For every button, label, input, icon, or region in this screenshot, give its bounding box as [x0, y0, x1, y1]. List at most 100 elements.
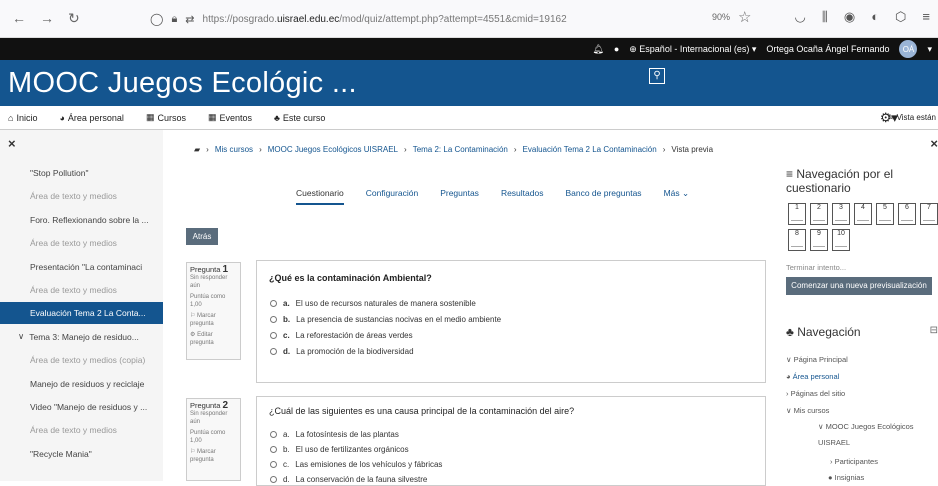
- list-item[interactable]: Área de texto y medios: [0, 185, 163, 207]
- nav-item[interactable]: › Páginas del sitio: [786, 389, 845, 398]
- question-nav-button[interactable]: 9: [810, 229, 828, 251]
- list-item[interactable]: Presentación "La contaminaci: [0, 256, 163, 278]
- tab-banco-preguntas[interactable]: Banco de preguntas: [565, 188, 641, 205]
- extensions-puzzle-icon[interactable]: ⬡: [895, 9, 906, 25]
- radio-button[interactable]: [270, 348, 277, 355]
- calendar-icon: ▦: [207, 112, 217, 122]
- breadcrumb-item[interactable]: Tema 2: La Contaminación: [413, 145, 508, 154]
- list-item[interactable]: Área de texto y medios: [0, 419, 163, 441]
- address-bar[interactable]: ◯ 🔒︎ ⇄ https://posgrado.uisrael.edu.ec/m…: [150, 7, 750, 31]
- app-menu-icon[interactable]: ≡: [922, 9, 930, 25]
- reload-icon[interactable]: ↻: [68, 10, 80, 27]
- menu-item-cursos[interactable]: ▦ Cursos: [146, 112, 186, 123]
- user-name[interactable]: Ortega Ocaña Ángel Fernando: [766, 44, 889, 54]
- breadcrumb-item[interactable]: Evaluación Tema 2 La Contaminación: [523, 145, 657, 154]
- avatar[interactable]: OÁ: [899, 40, 918, 58]
- answer-option[interactable]: a. El uso de recursos naturales de manera…: [270, 299, 476, 308]
- question-nav-button[interactable]: 2: [810, 203, 828, 225]
- list-item[interactable]: Área de texto y medios: [0, 279, 163, 301]
- list-item-active[interactable]: Evaluación Tema 2 La Conta...: [0, 302, 163, 325]
- breadcrumb-item[interactable]: Mis cursos: [215, 145, 253, 154]
- question-nav-button[interactable]: 3: [832, 203, 850, 225]
- list-item[interactable]: Video "Manejo de residuos y ...: [0, 396, 163, 418]
- question-nav-button[interactable]: 7: [920, 203, 938, 225]
- answer-option[interactable]: d. La promoción de la biodiversidad: [270, 347, 414, 356]
- list-item[interactable]: "Recycle Mania": [0, 443, 163, 465]
- search-icon[interactable]: ⚲: [649, 68, 665, 84]
- new-preview-button[interactable]: Comenzar una nueva previsualización: [786, 277, 932, 295]
- folder-icon: ▰: [194, 145, 201, 154]
- list-item[interactable]: Área de texto y medios (copia): [0, 349, 163, 371]
- close-icon[interactable]: ×: [8, 136, 16, 151]
- question-nav-button[interactable]: 8: [788, 229, 806, 251]
- question-nav-button[interactable]: 1: [788, 203, 806, 225]
- nav-item[interactable]: ∨ Página Principal: [786, 355, 848, 364]
- back-arrow-icon[interactable]: ←: [12, 10, 26, 27]
- nav-item[interactable]: ∨ Mis cursos: [786, 406, 829, 415]
- browser-nav: ← → ↻: [0, 10, 80, 27]
- bookmark-star-icon[interactable]: ☆: [738, 8, 751, 26]
- menu-item-area-personal[interactable]: ◕ Área personal: [59, 113, 123, 123]
- radio-button[interactable]: [270, 476, 277, 483]
- radio-button[interactable]: [270, 461, 277, 468]
- tab-cuestionario[interactable]: Cuestionario: [296, 188, 344, 205]
- library-icon[interactable]: ⫼: [822, 9, 828, 25]
- nav-item[interactable]: ◕ Área personal: [786, 372, 839, 381]
- nav-item[interactable]: › Participantes: [830, 457, 878, 466]
- nav-item-continued[interactable]: UISRAEL: [818, 438, 850, 447]
- browser-toolbar: ← → ↻ ◯ 🔒︎ ⇄ https://posgrado.uisrael.ed…: [0, 0, 938, 38]
- account-icon[interactable]: ◐: [871, 9, 879, 25]
- quiz-tabs: Cuestionario Configuración Preguntas Res…: [296, 188, 689, 205]
- tab-resultados[interactable]: Resultados: [501, 188, 544, 205]
- radio-button[interactable]: [270, 446, 277, 453]
- close-icon[interactable]: ×: [930, 136, 938, 151]
- pocket-icon[interactable]: ◡: [795, 9, 806, 25]
- tab-mas[interactable]: Más ⌄: [664, 188, 690, 205]
- answer-option[interactable]: d. La conservación de la fauna silvestre: [270, 475, 427, 484]
- flag-question[interactable]: ⚐ Marcar pregunta: [190, 312, 237, 328]
- user-menu-chevron-icon[interactable]: ▾: [927, 44, 932, 55]
- url-text[interactable]: https://posgrado.uisrael.edu.ec/mod/quiz…: [203, 14, 567, 25]
- list-item[interactable]: Foro. Reflexionando sobre la ...: [0, 209, 163, 231]
- answer-option[interactable]: b. La presencia de sustancias nocivas en …: [270, 315, 501, 324]
- list-item[interactable]: Manejo de residuos y reciclaje: [0, 373, 163, 395]
- question-nav-button[interactable]: 4: [854, 203, 872, 225]
- answer-option[interactable]: c. Las emisiones de los vehículos y fábri…: [270, 460, 442, 469]
- question-1-box: ¿Qué es la contaminación Ambiental? a. El…: [256, 260, 766, 383]
- tab-configuracion[interactable]: Configuración: [366, 188, 418, 205]
- forward-arrow-icon[interactable]: →: [40, 10, 54, 27]
- menu-item-este-curso[interactable]: ♣ Este curso: [274, 113, 325, 123]
- question-nav-button[interactable]: 6: [898, 203, 916, 225]
- answer-option[interactable]: b. El uso de fertilizantes orgánicos: [270, 445, 409, 454]
- notifications-bell-icon[interactable]: 🔔︎: [592, 44, 603, 55]
- radio-button[interactable]: [270, 431, 277, 438]
- finish-attempt-link[interactable]: Terminar intento...: [786, 263, 846, 272]
- answer-option[interactable]: c. La reforestación de áreas verdes: [270, 331, 413, 340]
- radio-button[interactable]: [270, 300, 277, 307]
- zoom-level[interactable]: 90%: [712, 12, 730, 22]
- list-item[interactable]: Área de texto y medios: [0, 232, 163, 254]
- extension-icon[interactable]: ◉: [844, 9, 855, 25]
- answer-option[interactable]: a. La fotosíntesis de las plantas: [270, 430, 399, 439]
- radio-button[interactable]: [270, 316, 277, 323]
- section-item[interactable]: ∨ Tema 3: Manejo de residuo...: [0, 326, 163, 348]
- nav-item[interactable]: ∨ MOOC Juegos Ecológicos: [818, 422, 914, 431]
- question-nav-button[interactable]: 10: [832, 229, 850, 251]
- messages-icon[interactable]: ●: [614, 44, 619, 54]
- menu-item-eventos[interactable]: ▦ Eventos: [208, 112, 252, 123]
- question-2-box: ¿Cuál de las siguientes es una causa pri…: [256, 396, 766, 486]
- breadcrumb-item[interactable]: MOOC Juegos Ecológicos UISRAEL: [268, 145, 398, 154]
- language-selector[interactable]: ⊕ Español - Internacional (es) ▾: [629, 44, 756, 55]
- question-nav-button[interactable]: 5: [876, 203, 894, 225]
- list-item[interactable]: "Stop Pollution": [0, 162, 163, 184]
- flag-question[interactable]: ⚐ Marcar pregunta: [190, 448, 237, 464]
- quiz-navigation-title: ≡ Navegación por el cuestionario: [786, 167, 894, 195]
- back-button[interactable]: Atrás: [186, 228, 218, 245]
- course-banner: MOOC Juegos Ecológic ... ⚲: [0, 60, 938, 106]
- edit-question[interactable]: ⚙ Editar pregunta: [190, 331, 237, 347]
- view-mode-toggle[interactable]: ✎ Vista están: [888, 113, 936, 122]
- radio-button[interactable]: [270, 332, 277, 339]
- tab-preguntas[interactable]: Preguntas: [440, 188, 479, 205]
- collapse-block-icon[interactable]: ⊟: [930, 325, 938, 336]
- menu-item-inicio[interactable]: ⌂ Inicio: [8, 113, 37, 123]
